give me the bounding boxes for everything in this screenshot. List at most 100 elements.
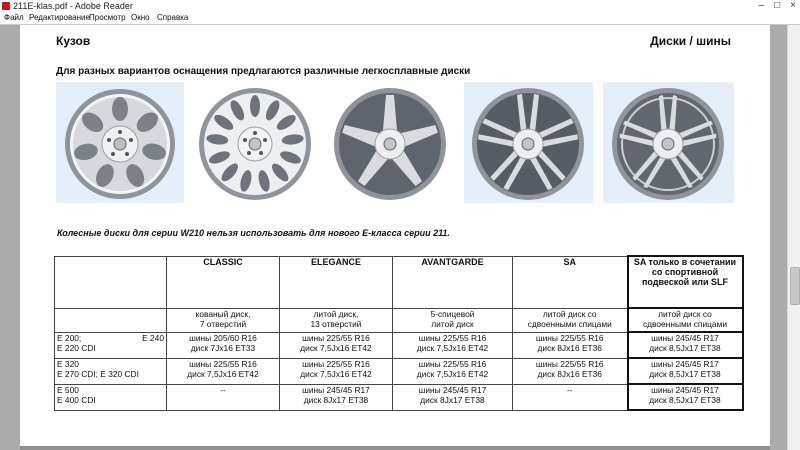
- spec-cell: шины 245/45 R17 диск 8,5Jx17 ET38: [626, 357, 744, 385]
- spec-line: диск 7,5Jx16 ET42: [416, 368, 489, 379]
- description-line: сдвоенными спицами: [642, 319, 728, 329]
- spec-line: шины 245/45 R17: [651, 333, 719, 343]
- spec-cell: шины 245/45 R17 диск 8Jx17 ET38: [392, 383, 513, 411]
- model-name: E 500: [57, 384, 79, 395]
- table-description-row: кованый диск, 7 отверстий литой диск, 13…: [54, 307, 744, 333]
- spec-line: диск 8,5Jx17 ET38: [649, 343, 721, 353]
- spec-line: шины 245/45 R17: [302, 384, 370, 395]
- scrollbar-thumb[interactable]: [790, 267, 800, 305]
- header-avantgarde: AVANTGARDE: [392, 255, 513, 309]
- spec-line: диск 8Jx16 ET36: [537, 342, 602, 353]
- header-cell-empty: [54, 255, 167, 309]
- spec-cell: --: [512, 383, 628, 411]
- menu-edit[interactable]: Редактирование: [29, 12, 90, 24]
- spec-cell: шины 225/55 R16 диск 7,5Jx16 ET42: [279, 357, 393, 385]
- spec-line: --: [220, 384, 226, 395]
- menu-view[interactable]: Просмотр: [89, 12, 126, 24]
- spec-cell: шины 245/45 R17 диск 8Jx17 ET38: [279, 383, 393, 411]
- spec-cell: шины 245/45 R17 диск 8,5Jx17 ET38: [626, 383, 744, 411]
- model-line: E 200; E 240: [57, 333, 164, 343]
- spec-line: диск 8Jx16 ET36: [537, 368, 602, 379]
- wheel-13-hole-icon: [193, 82, 317, 203]
- description-line: литой диск со: [542, 308, 597, 319]
- description-line: сдвоенными спицами: [527, 318, 612, 329]
- page-header-right: Диски / шины: [650, 34, 731, 48]
- page-header-left: Кузов: [56, 34, 91, 48]
- model-cell: E 320 E 270 CDI; E 320 CDI: [54, 357, 167, 385]
- header-sa-sport: SA только в сочетании со спортивной подв…: [626, 255, 744, 309]
- model-name: E 240: [142, 332, 164, 343]
- wheel-sport-double-spoke-icon: [603, 82, 734, 203]
- spec-line: шины 245/45 R17: [651, 359, 719, 369]
- description-line: литой диск со: [658, 309, 712, 319]
- document-viewport[interactable]: Кузов Диски / шины Для разных вариантов …: [0, 25, 787, 450]
- spec-line: шины 225/55 R16: [418, 332, 487, 343]
- spec-line: диск 8,5Jx17 ET38: [649, 369, 721, 379]
- spec-line: шины 225/55 R16: [302, 358, 370, 369]
- spec-cell: шины 225/55 R16 диск 8Jx16 ET36: [512, 331, 628, 359]
- spec-cell: шины 225/55 R16 диск 8Jx16 ET36: [512, 357, 628, 385]
- table-row: E 200; E 240 E 220 CDI шины 205/60 R16 диск …: [54, 331, 744, 359]
- description-line: 7 отверстий: [199, 318, 247, 329]
- close-button[interactable]: ×: [790, 0, 796, 12]
- spec-line: диск 7,5Jx16 ET42: [300, 342, 372, 353]
- maximize-button[interactable]: □: [774, 0, 780, 12]
- minimize-button[interactable]: –: [759, 0, 765, 12]
- header-elegance: ELEGANCE: [279, 255, 393, 309]
- spec-cell: шины 225/55 R16 диск 7,5Jx16 ET42: [392, 357, 513, 385]
- description-line: 5-спицевой: [430, 308, 475, 319]
- window-title: 211E-klas.pdf - Adobe Reader: [13, 1, 133, 11]
- spec-line: диск 8Jx17 ET38: [303, 394, 369, 405]
- wheel-7-hole-icon: [56, 82, 184, 203]
- header-classic: CLASSIC: [166, 255, 280, 309]
- spec-line: шины 245/45 R17: [418, 384, 487, 395]
- table-row: E 320 E 270 CDI; E 320 CDI шины 225/55 R16…: [54, 357, 744, 385]
- spec-line: диск 7,5Jx16 ET42: [300, 368, 372, 379]
- model-name: E 400 CDI: [57, 394, 96, 405]
- description-elegance: литой диск, 13 отверстий: [279, 307, 393, 333]
- spec-cell: шины 245/45 R17 диск 8,5Jx17 ET38: [626, 331, 744, 359]
- menu-window[interactable]: Окно: [131, 12, 150, 24]
- spec-cell: шины 225/55 R16 диск 7,5Jx16 ET42: [279, 331, 393, 359]
- spec-cell: шины 225/55 R16 диск 7,5Jx16 ET42: [392, 331, 513, 359]
- spec-line: диск 7,5Jx16 ET42: [187, 368, 259, 379]
- spec-line: шины 245/45 R17: [651, 385, 719, 395]
- wheel-double-spoke-icon: [464, 82, 593, 203]
- description-classic: кованый диск, 7 отверстий: [166, 307, 280, 333]
- spec-line: диск 8,5Jx17 ET38: [649, 395, 721, 405]
- menu-bar: Файл Редактирование Просмотр Окно Справк…: [0, 12, 800, 25]
- description-line: литой диск: [431, 318, 474, 329]
- menu-file[interactable]: Файл: [4, 12, 24, 24]
- menu-help[interactable]: Справка: [157, 12, 188, 24]
- title-bar: 211E-klas.pdf - Adobe Reader – □ ×: [0, 0, 800, 12]
- model-line: E 320: [57, 359, 164, 369]
- window-controls: – □ ×: [759, 0, 796, 12]
- description-avantgarde: 5-спицевой литой диск: [392, 307, 513, 333]
- table-header-row: CLASSIC ELEGANCE AVANTGARDE SA SA только…: [54, 255, 744, 309]
- spec-line: шины 225/55 R16: [189, 358, 257, 369]
- vertical-scrollbar[interactable]: [787, 25, 800, 450]
- adobe-reader-icon: [2, 2, 10, 10]
- compatibility-note: Колесные диски для серии W210 нельзя исп…: [57, 228, 450, 238]
- spec-line: диск 8Jx17 ET38: [420, 394, 485, 405]
- header-sa: SA: [512, 255, 628, 309]
- description-line: кованый диск,: [195, 308, 251, 319]
- spec-line: --: [566, 384, 573, 395]
- model-cell: E 200; E 240 E 220 CDI: [54, 331, 167, 359]
- spec-line: шины 225/55 R16: [535, 332, 604, 343]
- spec-line: диск 7Jx16 ET33: [190, 342, 256, 353]
- description-line: 13 отверстий: [310, 318, 362, 329]
- model-line: E 500: [57, 385, 164, 395]
- model-cell: E 500 E 400 CDI: [54, 383, 167, 411]
- spec-cell: --: [166, 383, 280, 411]
- spec-cell: шины 225/55 R16 диск 7,5Jx16 ET42: [166, 357, 280, 385]
- pdf-page: Кузов Диски / шины Для разных вариантов …: [20, 25, 770, 450]
- description-cell-empty: [54, 307, 167, 333]
- table-row: E 500 E 400 CDI -- шины 245/45 R17 диск 8Jx1…: [54, 383, 744, 411]
- spec-line: шины 225/55 R16: [535, 358, 604, 369]
- model-name: E 220 CDI: [57, 342, 96, 353]
- model-name: E 200;: [57, 332, 82, 343]
- model-name: E 270 CDI; E 320 CDI: [57, 368, 139, 379]
- description-sa: литой диск со сдвоенными спицами: [512, 307, 628, 333]
- spec-line: шины 225/55 R16: [302, 332, 370, 343]
